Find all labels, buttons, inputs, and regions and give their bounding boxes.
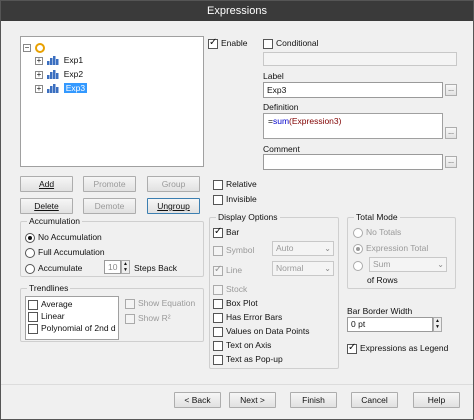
trendline-linear[interactable]: Linear <box>28 310 65 322</box>
chevron-down-icon: ⌄ <box>437 260 444 269</box>
steps-spinner[interactable]: ▲ ▼ <box>121 260 130 274</box>
values-on-data-points-checkbox[interactable]: Values on Data Points <box>213 325 309 337</box>
bar-chart-icon <box>47 56 59 66</box>
expression-tree[interactable]: − + Exp1 + Exp2 + Exp3 <box>20 36 204 167</box>
expand-icon[interactable]: + <box>35 56 43 65</box>
comment-input[interactable] <box>263 154 443 170</box>
tree-item-exp1[interactable]: + Exp1 <box>35 54 83 66</box>
conditional-input[interactable] <box>263 52 457 66</box>
accumulate-radio[interactable]: Accumulate <box>25 262 82 274</box>
definition-caption: Definition <box>263 102 299 112</box>
collapse-icon[interactable]: − <box>23 43 31 52</box>
show-r2-checkbox[interactable]: Show R² <box>125 312 171 324</box>
expand-icon[interactable]: + <box>35 70 43 79</box>
trendline-polynomial[interactable]: Polynomial of 2nd d <box>28 322 116 334</box>
cancel-button[interactable]: Cancel <box>351 392 398 408</box>
text-as-popup-checkbox[interactable]: Text as Pop-up <box>213 353 283 365</box>
steps-back-label: Steps Back <box>134 263 177 273</box>
symbol-select[interactable]: Auto ⌄ <box>272 241 334 256</box>
group-button[interactable]: Group <box>147 176 200 192</box>
bar-border-width-caption: Bar Border Width <box>347 306 413 316</box>
delete-button[interactable]: Delete <box>20 198 73 214</box>
comment-ellipsis-button[interactable]: ... <box>445 156 457 168</box>
trendline-average[interactable]: Average <box>28 298 73 310</box>
of-rows-label: of Rows <box>367 275 398 285</box>
footer-divider <box>1 384 473 385</box>
tree-item-label: Exp1 <box>63 55 84 65</box>
add-button[interactable]: Add <box>20 176 73 192</box>
no-totals-radio[interactable]: No Totals <box>353 226 401 238</box>
sum-select[interactable]: Sum ⌄ <box>369 257 447 272</box>
tree-item-label: Exp3 <box>63 83 88 93</box>
expressions-dialog: Expressions − + Exp1 + Exp2 + Exp3 Add P… <box>0 0 474 420</box>
relative-checkbox[interactable]: Relative <box>213 178 257 190</box>
expression-total-radio[interactable]: Expression Total <box>353 242 428 254</box>
full-accumulation-radio[interactable]: Full Accumulation <box>25 246 105 258</box>
accumulation-title: Accumulation <box>27 215 83 227</box>
line-select[interactable]: Normal ⌄ <box>272 261 334 276</box>
tree-root[interactable]: − <box>23 41 46 53</box>
next-button[interactable]: Next > <box>229 392 276 408</box>
label-ellipsis-button[interactable]: ... <box>445 84 457 96</box>
root-chart-icon <box>35 42 46 53</box>
definition-ellipsis-button[interactable]: ... <box>445 127 457 139</box>
ungroup-button[interactable]: Ungroup <box>147 198 200 214</box>
bar-border-width-input[interactable]: 0 pt <box>347 317 433 332</box>
help-button[interactable]: Help <box>413 392 460 408</box>
line-checkbox[interactable]: Line <box>213 264 242 276</box>
total-mode-title: Total Mode <box>354 211 400 223</box>
trendlines-list[interactable]: Average Linear Polynomial of 2nd d <box>25 296 119 340</box>
show-equation-checkbox[interactable]: Show Equation <box>125 297 195 309</box>
window-title: Expressions <box>1 1 473 21</box>
chevron-down-icon: ⌄ <box>324 244 331 253</box>
box-plot-checkbox[interactable]: Box Plot <box>213 297 258 309</box>
back-button[interactable]: < Back <box>174 392 221 408</box>
label-caption: Label <box>263 71 284 81</box>
steps-back-input[interactable]: 10 <box>104 260 121 274</box>
trendlines-title: Trendlines <box>27 282 71 294</box>
conditional-checkbox[interactable]: Conditional <box>263 37 319 49</box>
definition-function: sum <box>272 116 290 126</box>
invisible-checkbox[interactable]: Invisible <box>213 193 257 205</box>
tree-item-label: Exp2 <box>63 69 84 79</box>
demote-button[interactable]: Demote <box>83 198 136 214</box>
bar-checkbox[interactable]: Bar <box>213 226 239 238</box>
finish-button[interactable]: Finish <box>290 392 337 408</box>
expressions-as-legend-checkbox[interactable]: Expressions as Legend <box>347 342 448 354</box>
bar-border-width-spinner[interactable]: ▲ ▼ <box>433 317 442 332</box>
tree-item-exp3[interactable]: + Exp3 <box>35 82 88 94</box>
bar-chart-icon <box>47 70 59 80</box>
has-error-bars-checkbox[interactable]: Has Error Bars <box>213 311 282 323</box>
expand-icon[interactable]: + <box>35 84 43 93</box>
display-options-title: Display Options <box>216 211 280 223</box>
symbol-checkbox[interactable]: Symbol <box>213 244 254 256</box>
stock-checkbox[interactable]: Stock <box>213 283 247 295</box>
enable-checkbox[interactable]: Enable <box>208 37 247 49</box>
bar-chart-icon <box>47 84 59 94</box>
definition-input[interactable]: =sum(Expression3) <box>263 113 443 139</box>
chevron-down-icon: ⌄ <box>324 264 331 273</box>
definition-arguments: (Expression3) <box>289 116 342 126</box>
tree-item-exp2[interactable]: + Exp2 <box>35 68 83 80</box>
sum-radio[interactable] <box>353 259 366 271</box>
text-on-axis-checkbox[interactable]: Text on Axis <box>213 339 271 351</box>
label-input[interactable]: Exp3 <box>263 82 443 98</box>
no-accumulation-radio[interactable]: No Accumulation <box>25 231 102 243</box>
promote-button[interactable]: Promote <box>83 176 136 192</box>
